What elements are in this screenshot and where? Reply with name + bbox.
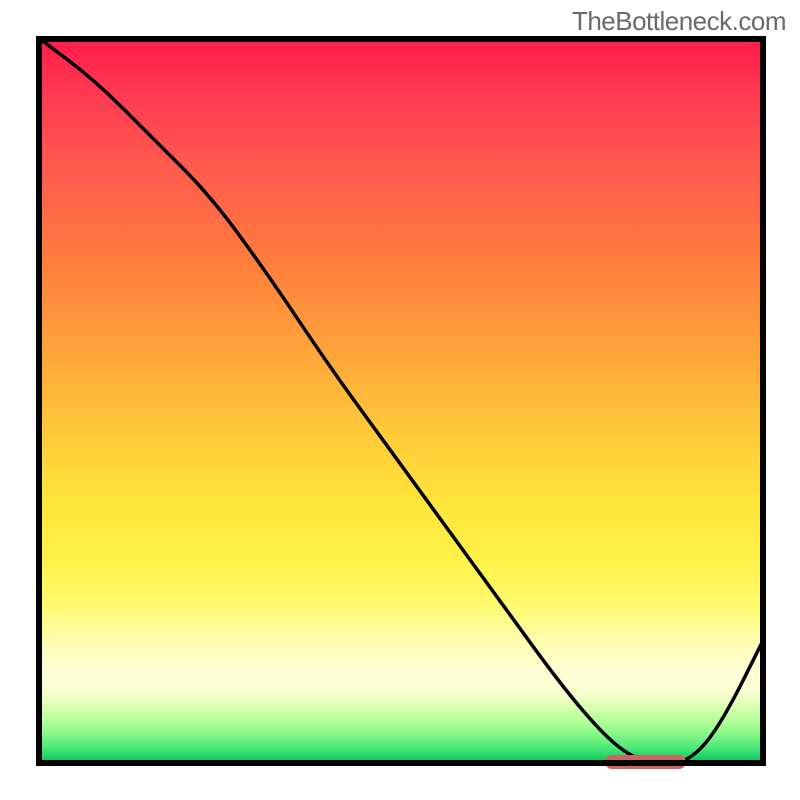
bottleneck-curve-line — [36, 36, 766, 764]
watermark-text: TheBottleneck.com — [572, 6, 786, 37]
chart-curve-svg — [36, 36, 766, 766]
optimal-range-marker — [605, 755, 685, 769]
